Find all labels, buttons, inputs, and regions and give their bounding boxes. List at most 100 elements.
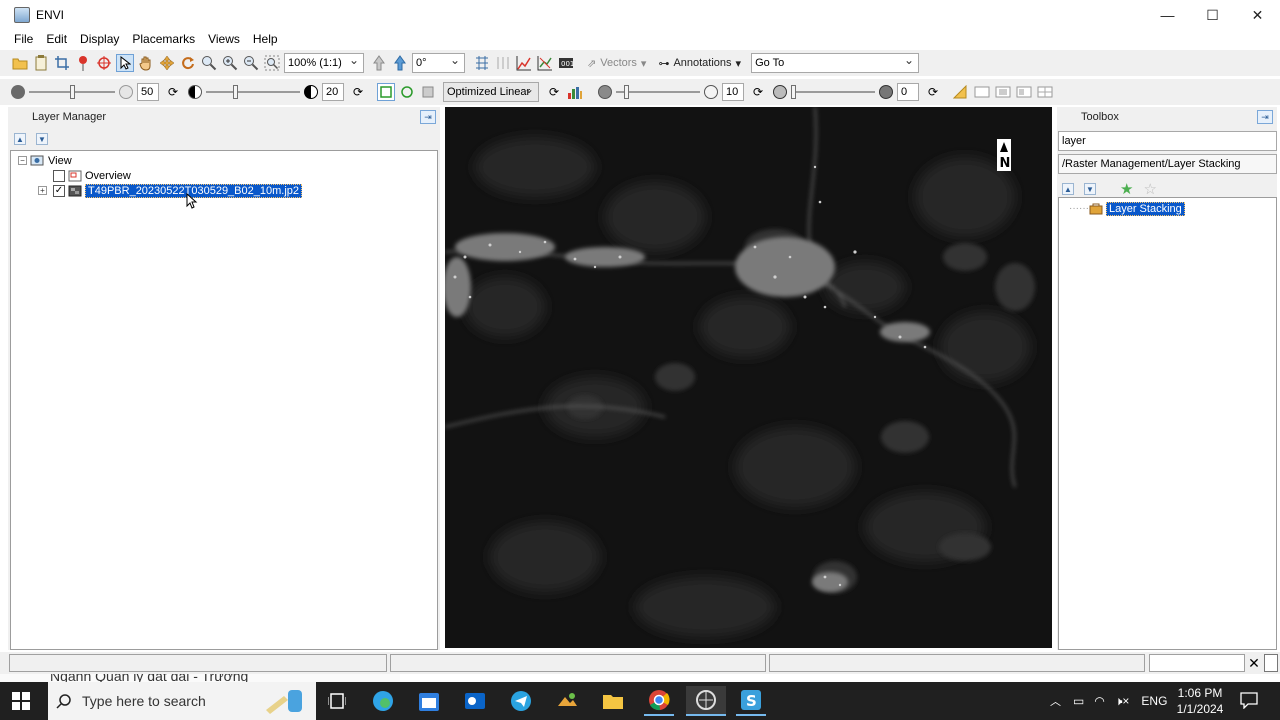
sharpen-value[interactable]: 10: [722, 83, 744, 101]
toolbox-collapse-icon[interactable]: ▲: [1062, 183, 1074, 195]
pan-hand-icon[interactable]: [137, 54, 155, 72]
rotate-icon[interactable]: [179, 54, 197, 72]
cursor-value-icon[interactable]: [473, 54, 491, 72]
view-swipe-icon[interactable]: [1015, 83, 1033, 101]
menu-placemarks[interactable]: Placemarks: [132, 32, 195, 46]
placemark-pin-icon[interactable]: [74, 54, 92, 72]
transparency-slider[interactable]: [791, 83, 875, 101]
rotation-combo[interactable]: 0°: [412, 53, 465, 73]
file-explorer-icon[interactable]: [598, 686, 628, 716]
histogram-icon[interactable]: [566, 83, 584, 101]
cancel-process-button[interactable]: ✕: [1246, 654, 1262, 672]
stretch-reset-icon[interactable]: ⟳: [545, 83, 563, 101]
fly-icon[interactable]: [158, 54, 176, 72]
zoom-icon[interactable]: [200, 54, 218, 72]
calendar-icon[interactable]: [414, 686, 444, 716]
measure-icon[interactable]: [952, 83, 970, 101]
brightness-value[interactable]: 50: [137, 83, 159, 101]
overview-checkbox[interactable]: [53, 169, 65, 182]
view-flicker-icon[interactable]: [994, 83, 1012, 101]
view-single-icon[interactable]: [973, 83, 991, 101]
toolbox-dock-icon[interactable]: ⇥: [1257, 110, 1273, 124]
menu-edit[interactable]: Edit: [46, 32, 67, 46]
toolbox-search-input[interactable]: layer: [1058, 131, 1277, 151]
spectral-profile-icon[interactable]: [536, 54, 554, 72]
toolbox-path-field[interactable]: /Raster Management/Layer Stacking: [1058, 154, 1277, 174]
crop-icon[interactable]: [53, 54, 71, 72]
overview-label[interactable]: Overview: [85, 170, 131, 182]
brightness-reset-icon[interactable]: ⟳: [164, 83, 182, 101]
select-cursor-icon[interactable]: [116, 54, 134, 72]
image-viewer-icon[interactable]: [552, 686, 582, 716]
transparency-value[interactable]: 0: [897, 83, 919, 101]
profile-icon[interactable]: [515, 54, 533, 72]
stretch-combo[interactable]: Optimized Linear: [443, 82, 539, 102]
view-portal-icon[interactable]: [1036, 83, 1054, 101]
zoom-fit-icon[interactable]: [263, 54, 281, 72]
crosshair-icon[interactable]: [95, 54, 113, 72]
telegram-icon[interactable]: [506, 686, 536, 716]
north-up-icon[interactable]: [370, 54, 388, 72]
layer-stacking-tool[interactable]: Layer Stacking: [1105, 201, 1185, 216]
zoom-combo[interactable]: 100% (1:1): [284, 53, 364, 73]
task-view-icon[interactable]: [322, 686, 352, 716]
volume-muted-icon[interactable]: 🕨×: [1115, 694, 1130, 709]
stretch-lock-icon[interactable]: [419, 83, 437, 101]
goto-combo[interactable]: Go To: [751, 53, 920, 73]
zoom-in-icon[interactable]: [221, 54, 239, 72]
metadata-icon[interactable]: 001: [557, 54, 575, 72]
layer-expand-icon[interactable]: +: [38, 186, 47, 195]
sharpen-reset-icon[interactable]: ⟳: [749, 83, 767, 101]
wifi-icon[interactable]: ◠: [1094, 694, 1104, 708]
menu-file[interactable]: File: [14, 32, 33, 46]
view-label[interactable]: View: [48, 155, 72, 167]
annotations-dropdown-icon[interactable]: ▾: [736, 57, 742, 70]
move-layer-up-icon[interactable]: ▲: [14, 133, 26, 145]
contrast-value[interactable]: 20: [322, 83, 344, 101]
vectors-dropdown-icon[interactable]: ▾: [641, 57, 647, 70]
layer-visibility-checkbox[interactable]: ✓: [53, 184, 65, 197]
contrast-slider[interactable]: [206, 83, 300, 101]
language-indicator[interactable]: ENG: [1141, 694, 1167, 708]
menu-help[interactable]: Help: [253, 32, 278, 46]
taskbar-search-box[interactable]: Type here to search: [48, 682, 316, 720]
transparency-reset-icon[interactable]: ⟳: [924, 83, 942, 101]
chrome-icon[interactable]: [644, 686, 674, 716]
maximize-button[interactable]: ☐: [1190, 0, 1235, 30]
layer-manager-dock-icon[interactable]: ⇥: [420, 110, 436, 124]
open-folder-icon[interactable]: [11, 54, 29, 72]
edge-browser-icon[interactable]: [368, 686, 398, 716]
resize-grip-icon[interactable]: [1264, 654, 1278, 672]
move-layer-down-icon[interactable]: ▼: [36, 133, 48, 145]
annotations-menu[interactable]: Annotations: [673, 57, 731, 69]
toolbox-expand-icon[interactable]: ▼: [1084, 183, 1096, 195]
windows-start-icon[interactable]: [12, 692, 30, 713]
show-hidden-icons-icon[interactable]: ︿: [1050, 693, 1061, 709]
battery-icon[interactable]: ▭: [1073, 694, 1084, 708]
brightness-slider[interactable]: [29, 83, 115, 101]
crosshairs-toggle-icon[interactable]: [494, 54, 512, 72]
zoom-out-icon[interactable]: [242, 54, 260, 72]
envi-taskbar-icon[interactable]: [686, 686, 726, 716]
vectors-menu-icon[interactable]: ⇗: [587, 57, 596, 70]
minimize-button[interactable]: —: [1145, 0, 1190, 30]
annotations-menu-icon[interactable]: ⊶: [658, 57, 669, 70]
vectors-menu[interactable]: Vectors: [600, 57, 637, 69]
contrast-reset-icon[interactable]: ⟳: [349, 83, 367, 101]
rotate-north-icon[interactable]: [391, 54, 409, 72]
stretch-full-icon[interactable]: [377, 83, 395, 101]
image-view[interactable]: N: [445, 107, 1052, 648]
data-manager-icon[interactable]: [32, 54, 50, 72]
menu-display[interactable]: Display: [80, 32, 119, 46]
close-button[interactable]: ✕: [1235, 0, 1280, 30]
outlook-icon[interactable]: [460, 686, 490, 716]
menu-views[interactable]: Views: [208, 32, 240, 46]
favorite-add-icon[interactable]: ★: [1120, 180, 1133, 198]
view-collapse-icon[interactable]: −: [18, 156, 27, 165]
snagit-icon[interactable]: S: [736, 686, 766, 716]
sharpen-slider[interactable]: [616, 83, 700, 101]
taskbar-clock[interactable]: 1:06 PM 1/1/2024: [1170, 685, 1230, 717]
favorite-remove-icon[interactable]: ☆: [1143, 180, 1156, 198]
stretch-view-icon[interactable]: [398, 83, 416, 101]
notification-center-icon[interactable]: [1240, 691, 1258, 712]
